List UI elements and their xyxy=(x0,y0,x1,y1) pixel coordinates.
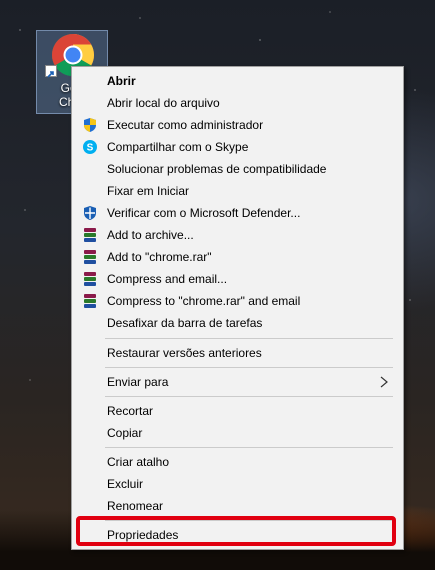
menu-item-add-archive[interactable]: Add to archive... xyxy=(74,224,401,246)
menu-item-label: Compartilhar com o Skype xyxy=(107,140,249,154)
menu-item-label: Abrir xyxy=(107,74,136,88)
menu-item-compartilhar-skype[interactable]: S Compartilhar com o Skype xyxy=(74,136,401,158)
menu-item-label: Enviar para xyxy=(107,375,169,389)
menu-item-solucionar-compat[interactable]: Solucionar problemas de compatibilidade xyxy=(74,158,401,180)
menu-item-add-chrome-rar[interactable]: Add to "chrome.rar" xyxy=(74,246,401,268)
menu-item-fixar-iniciar[interactable]: Fixar em Iniciar xyxy=(74,180,401,202)
menu-item-label: Copiar xyxy=(107,426,143,440)
menu-item-label: Compress and email... xyxy=(107,272,228,286)
winrar-icon xyxy=(82,293,98,309)
menu-item-label: Add to "chrome.rar" xyxy=(107,250,212,264)
defender-icon xyxy=(82,205,98,221)
menu-separator xyxy=(105,396,393,397)
menu-item-label: Verificar com o Microsoft Defender... xyxy=(107,206,301,220)
winrar-icon xyxy=(82,271,98,287)
menu-separator xyxy=(105,447,393,448)
menu-item-label: Excluir xyxy=(107,477,144,491)
menu-item-compress-chrome-rar-email[interactable]: Compress to "chrome.rar" and email xyxy=(74,290,401,312)
highlight-box xyxy=(76,516,396,546)
menu-item-recortar[interactable]: Recortar xyxy=(74,400,401,422)
menu-item-label: Desafixar da barra de tarefas xyxy=(107,316,263,330)
context-menu: Abrir Abrir local do arquivo Executar co… xyxy=(71,66,404,550)
menu-item-desafixar-barra[interactable]: Desafixar da barra de tarefas xyxy=(74,312,401,334)
shortcut-arrow-icon xyxy=(45,65,57,78)
menu-separator xyxy=(105,338,393,339)
menu-item-enviar-para[interactable]: Enviar para xyxy=(74,371,401,393)
winrar-icon xyxy=(82,227,98,243)
menu-item-label: Compress to "chrome.rar" and email xyxy=(107,294,301,308)
shield-icon xyxy=(82,117,98,133)
menu-item-executar-admin[interactable]: Executar como administrador xyxy=(74,114,401,136)
menu-item-copiar[interactable]: Copiar xyxy=(74,422,401,444)
menu-item-label: Executar como administrador xyxy=(107,118,264,132)
winrar-icon xyxy=(82,249,98,265)
menu-item-label: Renomear xyxy=(107,499,164,513)
menu-item-compress-email[interactable]: Compress and email... xyxy=(74,268,401,290)
menu-item-renomear[interactable]: Renomear xyxy=(74,495,401,517)
menu-item-criar-atalho[interactable]: Criar atalho xyxy=(74,451,401,473)
menu-item-abrir[interactable]: Abrir xyxy=(74,70,401,92)
skype-icon: S xyxy=(82,139,98,155)
menu-item-label: Criar atalho xyxy=(107,455,170,469)
menu-item-verificar-defender[interactable]: Verificar com o Microsoft Defender... xyxy=(74,202,401,224)
menu-item-label: Add to archive... xyxy=(107,228,194,242)
menu-item-abrir-local[interactable]: Abrir local do arquivo xyxy=(74,92,401,114)
menu-item-label: Recortar xyxy=(107,404,154,418)
menu-item-label: Restaurar versões anteriores xyxy=(107,346,262,360)
menu-separator xyxy=(105,367,393,368)
chevron-right-icon xyxy=(380,376,388,388)
menu-item-label: Fixar em Iniciar xyxy=(107,184,190,198)
menu-item-label: Abrir local do arquivo xyxy=(107,96,220,110)
menu-item-excluir[interactable]: Excluir xyxy=(74,473,401,495)
svg-text:S: S xyxy=(87,143,94,154)
menu-item-label: Solucionar problemas de compatibilidade xyxy=(107,162,327,176)
menu-item-restaurar-versoes[interactable]: Restaurar versões anteriores xyxy=(74,342,401,364)
